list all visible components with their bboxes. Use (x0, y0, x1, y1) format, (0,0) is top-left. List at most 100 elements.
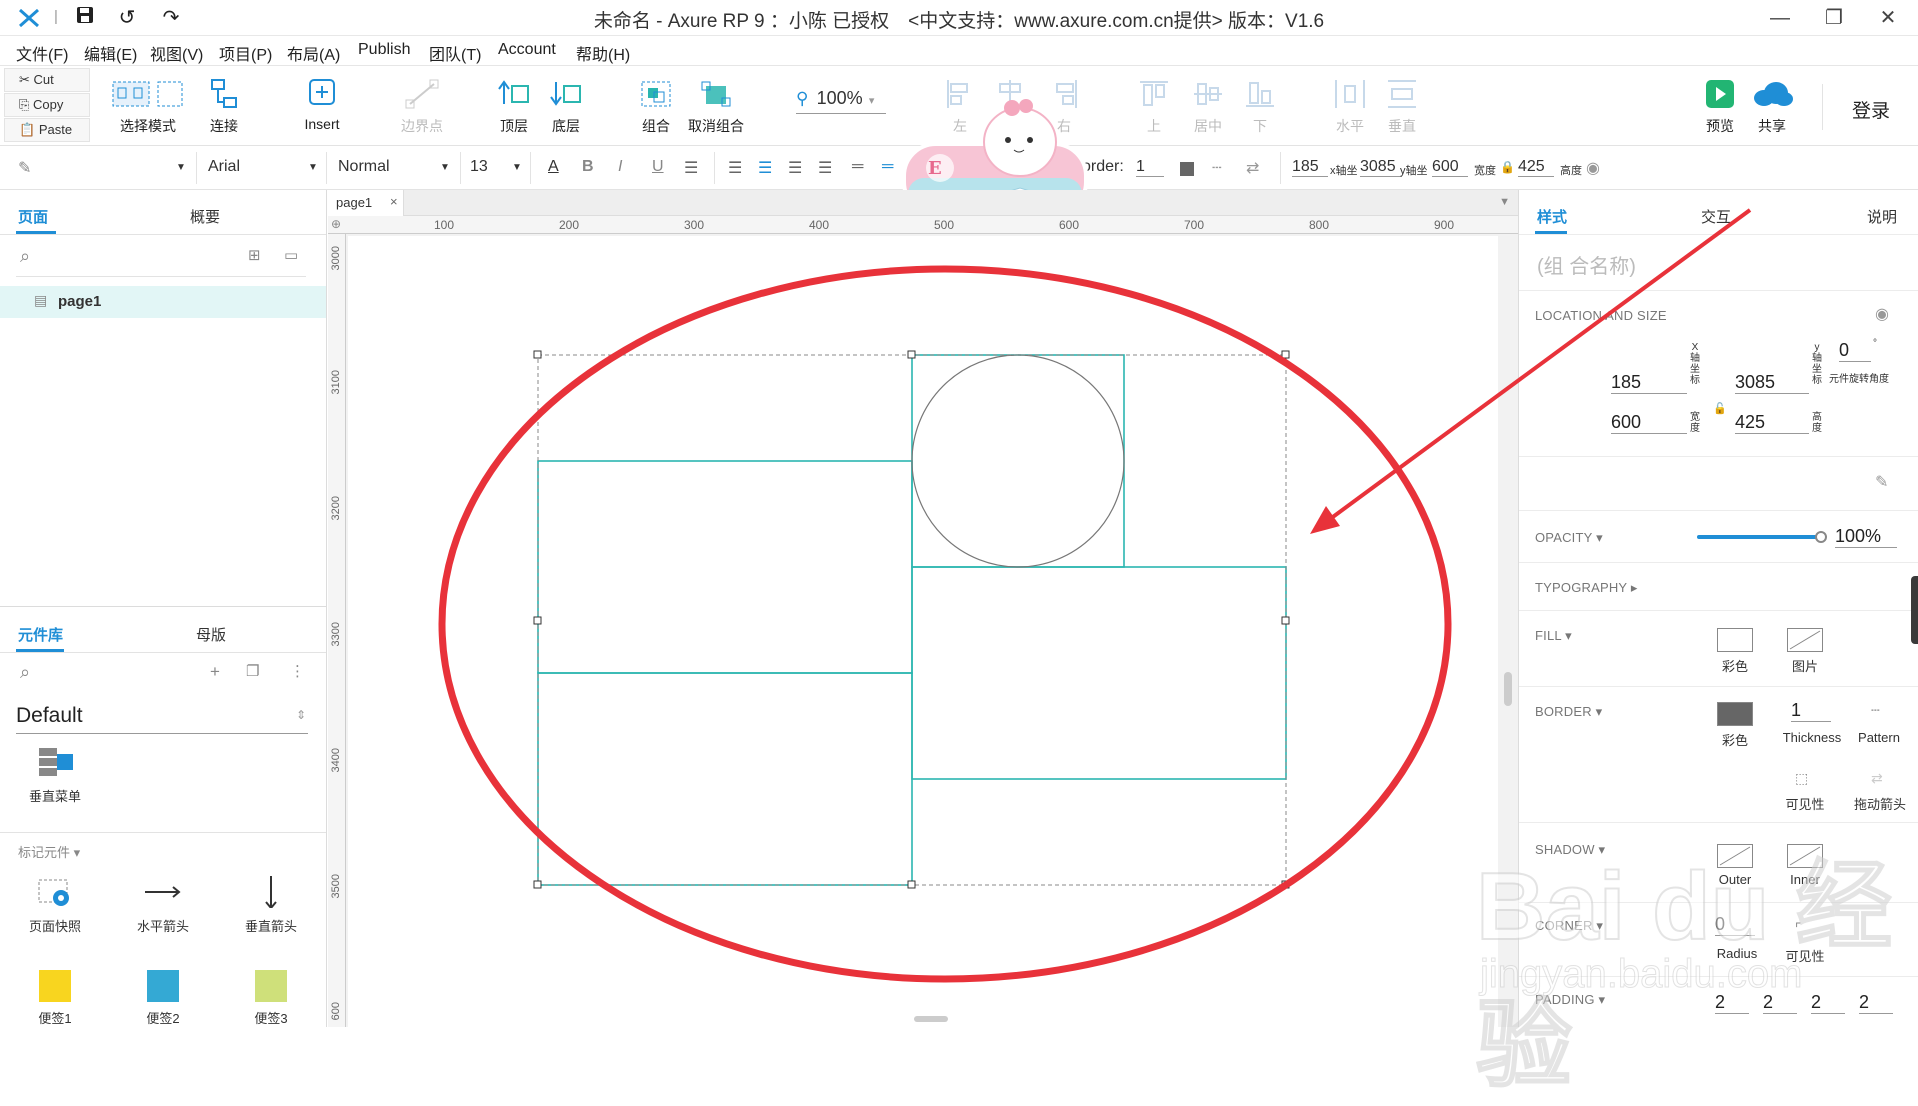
widget-sticky-3[interactable]: 便签3 (236, 970, 306, 1027)
valign-top-icon[interactable]: ═ (852, 158, 863, 176)
menu-layout[interactable]: 布局(A) (287, 41, 340, 65)
font-color-icon[interactable]: A (548, 158, 559, 176)
font-family-select[interactable]: Arial (208, 158, 240, 176)
tab-style[interactable]: 样式 (1537, 206, 1567, 227)
valign-middle-icon[interactable]: ═ (882, 158, 893, 176)
y-input[interactable]: 3085 (1735, 372, 1809, 394)
x-input[interactable]: 185 (1611, 372, 1687, 394)
add-folder-icon[interactable]: ▭ (284, 246, 298, 264)
border-width-input[interactable]: 1 (1136, 158, 1164, 177)
font-style-select[interactable]: Normal (338, 158, 390, 176)
visibility-icon[interactable]: ⬚ (1795, 770, 1808, 787)
tab-library[interactable]: 元件库 (18, 624, 63, 645)
bullet-list-icon[interactable]: ☰ (684, 158, 698, 178)
tab-pages[interactable]: 页面 (18, 206, 48, 227)
opacity-header[interactable]: OPACITY ▾ (1535, 530, 1603, 546)
menu-team[interactable]: 团队(T) (429, 41, 481, 65)
align-text-left-icon[interactable]: ☰ (728, 158, 742, 178)
ungroup-button[interactable]: 取消组合 (676, 78, 756, 136)
menu-account[interactable]: Account (498, 41, 556, 59)
zoom-control[interactable]: ⚲ 100% ▾ (796, 88, 886, 114)
widget-sticky-2[interactable]: 便签2 (128, 970, 198, 1027)
add-library-icon[interactable]: + (210, 662, 220, 682)
more-options-icon[interactable]: ⋮ (290, 662, 305, 680)
align-bottom-button[interactable]: 下 (1220, 78, 1300, 136)
border-header[interactable]: BORDER ▾ (1535, 704, 1602, 720)
border-color-swatch[interactable] (1717, 702, 1753, 726)
tab-masters[interactable]: 母版 (196, 624, 226, 645)
x-input[interactable]: 185 (1292, 158, 1328, 177)
tab-notes[interactable]: 说明 (1867, 206, 1897, 227)
tab-outline[interactable]: 概要 (190, 206, 220, 227)
widget-vertical-arrow[interactable]: 垂直箭头 (236, 876, 306, 935)
markup-section-header[interactable]: 标记元件 ▾ (18, 842, 80, 861)
border-color-swatch[interactable] (1180, 162, 1194, 176)
eye-icon[interactable]: ◉ (1586, 158, 1600, 178)
login-button[interactable]: 登录 (1852, 96, 1890, 123)
distribute-vertical-button[interactable]: 垂直 (1362, 78, 1442, 136)
cut-button[interactable]: ✂ Cut (4, 68, 90, 92)
minimize-button[interactable]: — (1760, 4, 1800, 32)
underline-icon[interactable]: U (652, 158, 664, 176)
chevron-down-icon[interactable]: ▼ (440, 162, 450, 173)
height-input[interactable]: 425 (1518, 158, 1554, 177)
library-manage-icon[interactable]: ❐ (246, 662, 259, 680)
menu-project[interactable]: 项目(P) (219, 41, 272, 65)
copy-button[interactable]: ⎘ Copy (4, 93, 90, 117)
points-button[interactable]: 边界点 (382, 78, 462, 136)
menu-file[interactable]: 文件(F) (16, 41, 68, 65)
fill-header[interactable]: FILL ▾ (1535, 628, 1572, 644)
typography-header[interactable]: TYPOGRAPHY ▸ (1535, 580, 1638, 596)
menu-help[interactable]: 帮助(H) (576, 41, 630, 65)
opacity-input[interactable]: 100% (1835, 526, 1897, 548)
line-pattern-icon[interactable]: ┄ (1871, 702, 1879, 719)
y-input[interactable]: 3085 (1360, 158, 1402, 177)
justify-text-icon[interactable]: ☰ (818, 158, 832, 178)
widget-horizontal-arrow[interactable]: 水平箭头 (128, 876, 198, 935)
arrow-style-icon[interactable]: ⇄ (1871, 770, 1883, 787)
fill-color-swatch[interactable] (1717, 628, 1753, 652)
edit-style-icon[interactable]: ✎ (1875, 472, 1888, 492)
paste-button[interactable]: 📋 Paste (4, 118, 90, 142)
opacity-slider-track[interactable] (1697, 535, 1821, 539)
add-page-icon[interactable]: ⊞ (248, 246, 261, 264)
style-edit-icon[interactable]: ✎ (18, 158, 31, 178)
share-button[interactable]: 共享 (1732, 78, 1812, 136)
lock-icon[interactable]: 🔒 (1500, 160, 1515, 174)
opacity-slider-handle[interactable] (1815, 531, 1827, 543)
menu-edit[interactable]: 编辑(E) (84, 41, 137, 65)
send-to-bottom-button[interactable]: 底层 (526, 78, 606, 136)
align-text-center-icon[interactable]: ☰ (758, 158, 772, 178)
chevron-down-icon[interactable]: ▼ (308, 162, 318, 173)
chevron-down-icon[interactable]: ▼ (176, 162, 186, 173)
width-input[interactable]: 600 (1611, 412, 1687, 434)
connect-button[interactable]: 连接 (184, 78, 264, 136)
widget-snapshot[interactable]: 页面快照 (20, 876, 90, 935)
arrow-style-icon[interactable]: ⇄ (1246, 158, 1259, 178)
tab-interactions[interactable]: 交互 (1701, 206, 1731, 227)
width-input[interactable]: 600 (1432, 158, 1468, 177)
menu-view[interactable]: 视图(V) (150, 41, 203, 65)
insert-button[interactable]: Insert (282, 78, 362, 132)
line-pattern-icon[interactable]: ┄ (1212, 158, 1222, 178)
search-icon[interactable]: ⌕ (20, 246, 30, 267)
bold-icon[interactable]: B (582, 158, 594, 176)
height-input[interactable]: 425 (1735, 412, 1809, 434)
library-select[interactable]: Default ⇕ (16, 704, 308, 734)
widget-sticky-1[interactable]: 便签1 (20, 970, 90, 1027)
menu-publish[interactable]: Publish (358, 41, 410, 59)
chevron-down-icon[interactable]: ▼ (512, 162, 522, 173)
widget-name-input[interactable]: (组 合名称) (1537, 250, 1636, 279)
eye-icon[interactable]: ◉ (1875, 304, 1889, 324)
widget-vertical-menu[interactable]: 垂直菜单 (22, 746, 88, 805)
select-mode-button[interactable]: 选择模式 (108, 78, 188, 136)
align-text-right-icon[interactable]: ☰ (788, 158, 802, 178)
border-thickness-input[interactable]: 1 (1791, 700, 1831, 722)
italic-icon[interactable]: I (618, 158, 622, 176)
maximize-button[interactable]: ❐ (1814, 4, 1854, 32)
lock-icon[interactable]: 🔓 (1713, 402, 1727, 415)
list-item-page1[interactable]: ▤ page1 (0, 286, 326, 318)
fill-image-icon[interactable] (1787, 628, 1823, 652)
side-handle[interactable] (1911, 576, 1918, 644)
font-size-select[interactable]: 13 (470, 158, 488, 176)
